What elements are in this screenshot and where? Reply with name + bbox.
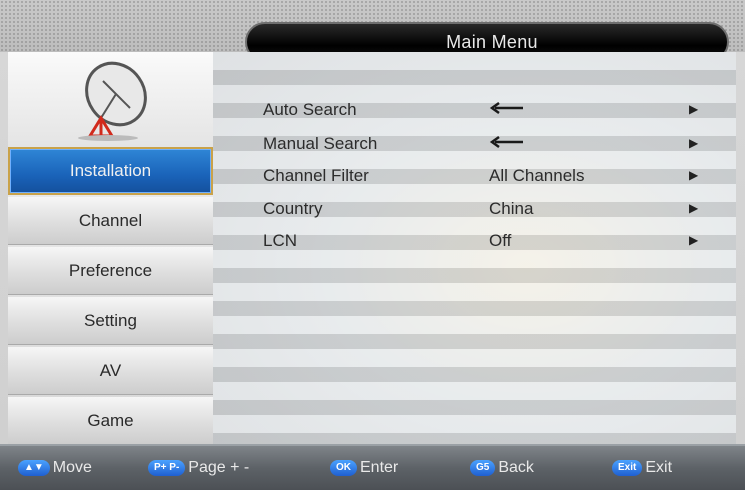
help-bar: ▲▼ Move P+ P- Page + - OK Enter G5 Back … [0,444,745,490]
hint-label: Exit [645,459,673,476]
back-key-icon: G5 [470,460,496,476]
setting-value: China [489,199,534,218]
setting-label: LCN [263,231,298,250]
sidebar-item-label: Preference [68,260,153,280]
ok-key-icon: OK [330,460,357,476]
setting-value: All Channels [489,166,585,185]
sidebar-item-label: Game [87,410,134,430]
page-title: Main Menu [446,31,538,52]
hint-exit: Exit Exit [612,459,672,477]
sidebar-item-setting[interactable]: Setting [8,297,213,345]
sidebar-item-label: Setting [84,310,137,330]
chevron-right-icon: ▶ [689,168,699,182]
hint-move: ▲▼ Move [18,459,92,477]
exit-key-icon: Exit [612,460,643,476]
enter-arrow-icon [489,100,525,120]
sidebar-item-label: Channel [78,210,143,230]
logo-area [8,52,213,148]
hint-label: Back [498,459,534,476]
setting-row-manual-search[interactable]: Manual Search ▶ [263,132,703,156]
setting-label: Auto Search [263,100,357,119]
enter-arrow-icon [489,134,525,154]
sidebar-item-av[interactable]: AV [8,347,213,395]
hint-label: Page + - [188,459,250,476]
sidebar-item-installation[interactable]: Installation [8,147,213,195]
satellite-dish-icon [78,61,147,141]
chevron-right-icon: ▶ [689,201,699,215]
settings-panel: Auto Search ▶ Manual Search ▶ Channel Fi… [213,52,736,444]
hint-label: Move [52,459,92,476]
hint-enter: OK Enter [330,459,398,477]
setting-label: Channel Filter [263,166,369,185]
hint-label: Enter [360,459,399,476]
setting-label: Country [263,199,323,218]
setting-row-country[interactable]: Country China ▶ [263,197,703,221]
setting-value: Off [489,231,512,250]
hint-page: P+ P- Page + - [148,459,249,477]
sidebar-item-channel[interactable]: Channel [8,197,213,245]
setting-row-channel-filter[interactable]: Channel Filter All Channels ▶ [263,164,703,188]
chevron-right-icon: ▶ [689,233,699,247]
move-key-icon: ▲▼ [18,460,50,476]
chevron-right-icon: ▶ [689,102,699,116]
sidebar-item-label: AV [99,360,122,380]
page-key-icon: P+ P- [148,460,186,476]
chevron-right-icon: ▶ [689,136,699,150]
sidebar: Installation Channel Preference Setting … [8,52,213,445]
hint-back: G5 Back [470,459,534,477]
sidebar-item-label: Installation [69,161,152,180]
sidebar-item-game[interactable]: Game [8,397,213,445]
sidebar-item-preference[interactable]: Preference [8,247,213,295]
setting-row-auto-search[interactable]: Auto Search ▶ [263,98,703,122]
setting-row-lcn[interactable]: LCN Off ▶ [263,229,703,253]
setting-label: Manual Search [263,134,378,153]
menu-screen: Main Menu Installation Channel Preferenc… [0,0,745,490]
